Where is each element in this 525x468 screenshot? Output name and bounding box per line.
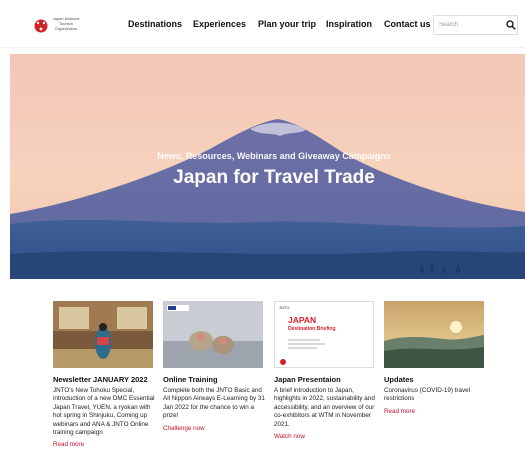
- ryokan-image: [53, 301, 153, 368]
- nav-experiences[interactable]: Experiences: [193, 19, 246, 31]
- read-more-link[interactable]: Read more: [53, 441, 155, 448]
- read-more-link[interactable]: Read more: [384, 408, 486, 415]
- card-image[interactable]: [53, 301, 153, 368]
- site-header: Japan National Tourism Organization Dest…: [0, 0, 525, 48]
- card-image[interactable]: JNTO JAPAN Destination Briefing: [274, 301, 374, 368]
- search-icon[interactable]: [506, 20, 516, 30]
- jnto-logo[interactable]: Japan National Tourism Organization: [33, 16, 79, 36]
- card-title: Newsletter JANUARY 2022: [53, 375, 148, 384]
- card-text: Coronavirus (COVID-19) travel restrictio…: [384, 387, 471, 403]
- snow-monkeys-image: [163, 301, 263, 368]
- card-image[interactable]: [384, 301, 484, 368]
- header-divider: [0, 47, 525, 48]
- hero-kicker: News, Resources, Webinars and Giveaway C…: [157, 151, 391, 161]
- hero-banner: News, Resources, Webinars and Giveaway C…: [10, 54, 525, 279]
- card-online-training: Online Training Complete both the JNTO B…: [163, 301, 265, 432]
- card-newsletter: Newsletter JANUARY 2022 JNTO's New Tohok…: [53, 301, 155, 448]
- nav-destinations[interactable]: Destinations: [128, 19, 182, 31]
- briefing-lines: [280, 339, 325, 365]
- card-image[interactable]: [163, 301, 263, 368]
- card-text: A brief introduction to Japan, highlight…: [274, 387, 375, 428]
- nav-contact-us[interactable]: Contact us: [384, 19, 431, 31]
- card-text: JNTO's New Tohoku Special, introduction …: [53, 387, 155, 437]
- search-input[interactable]: [439, 19, 499, 31]
- challenge-now-link[interactable]: Challenge now: [163, 425, 265, 432]
- card-text: Complete both the JNTO Basic and All Nip…: [163, 387, 265, 420]
- hero-title: Japan for Travel Trade: [173, 167, 375, 188]
- nav-plan-your-trip[interactable]: Plan your trip: [258, 19, 316, 31]
- card-title: Japan Presentaion: [274, 375, 341, 384]
- sunset-landscape-image: [384, 301, 484, 368]
- card-title: Updates: [384, 375, 414, 384]
- logo-text: Japan National Tourism Organization: [52, 16, 80, 31]
- card-updates: Updates Coronavirus (COVID-19) travel re…: [384, 301, 486, 415]
- search-box: [433, 15, 518, 35]
- card-title: Online Training: [163, 375, 218, 384]
- card-japan-presentation: JNTO JAPAN Destination Briefing Japan Pr…: [274, 301, 376, 440]
- japan-logo-icon: [34, 19, 48, 33]
- nav-inspiration[interactable]: Inspiration: [326, 19, 372, 31]
- watch-now-link[interactable]: Watch now: [274, 433, 376, 440]
